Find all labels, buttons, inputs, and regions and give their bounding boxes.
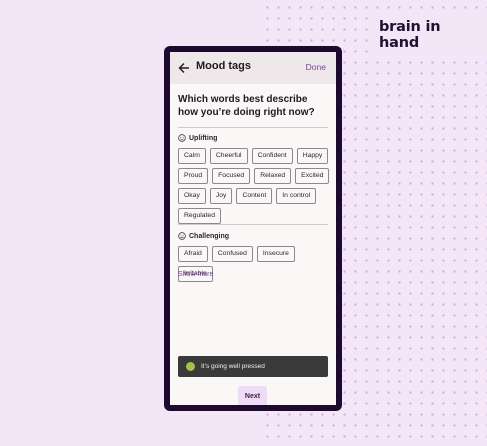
- page-title: Mood tags: [196, 60, 251, 72]
- brand-logo: brain in hand: [376, 17, 487, 53]
- mood-chip[interactable]: Calm: [178, 148, 206, 164]
- section-label: Challenging: [189, 232, 230, 240]
- mood-chip[interactable]: Insecure: [256, 246, 295, 262]
- mood-chip[interactable]: Okay: [178, 188, 206, 204]
- mood-chip[interactable]: In control: [276, 188, 317, 204]
- mood-chip[interactable]: Excited: [295, 168, 330, 184]
- mood-chip[interactable]: Regulated: [178, 208, 221, 224]
- mood-chip[interactable]: Content: [236, 188, 273, 204]
- toast-snackbar: It’s going well pressed: [178, 356, 328, 377]
- section-label: Uplifting: [189, 134, 218, 142]
- mood-chip[interactable]: Relaxed: [254, 168, 292, 184]
- section-challenging: Challenging: [178, 232, 229, 240]
- mood-chip[interactable]: Happy: [296, 148, 329, 164]
- app-screen: Mood tags Done Which words best describe…: [170, 52, 336, 405]
- smile-icon: [178, 134, 186, 142]
- question-heading: Which words best describe how you’re doi…: [178, 94, 315, 118]
- mood-chip[interactable]: Confident: [251, 148, 293, 164]
- mood-chip[interactable]: Proud: [178, 168, 209, 184]
- status-dot-icon: [186, 362, 195, 371]
- divider: [178, 127, 328, 128]
- next-button[interactable]: Next: [238, 386, 267, 405]
- divider: [178, 224, 328, 225]
- mood-chip[interactable]: Cheerful: [209, 148, 248, 164]
- mood-chip[interactable]: Focused: [212, 168, 251, 184]
- mood-chip[interactable]: Confused: [211, 246, 253, 262]
- done-button[interactable]: Done: [306, 62, 326, 72]
- mood-chip[interactable]: Joy: [209, 188, 233, 204]
- chip-group-uplifting: Calm Cheerful Confident Happy Proud Focused Re…: [178, 148, 330, 224]
- phone-frame: Mood tags Done Which words best describe…: [164, 46, 342, 411]
- section-uplifting: Uplifting: [178, 134, 217, 142]
- frown-icon: [178, 232, 186, 240]
- arrow-left-icon[interactable]: [178, 62, 190, 74]
- show-more-link[interactable]: Show more: [178, 271, 213, 278]
- app-bar: Mood tags Done: [170, 52, 336, 84]
- mood-chip[interactable]: Afraid: [178, 246, 208, 262]
- toast-text: It’s going well pressed: [201, 363, 265, 370]
